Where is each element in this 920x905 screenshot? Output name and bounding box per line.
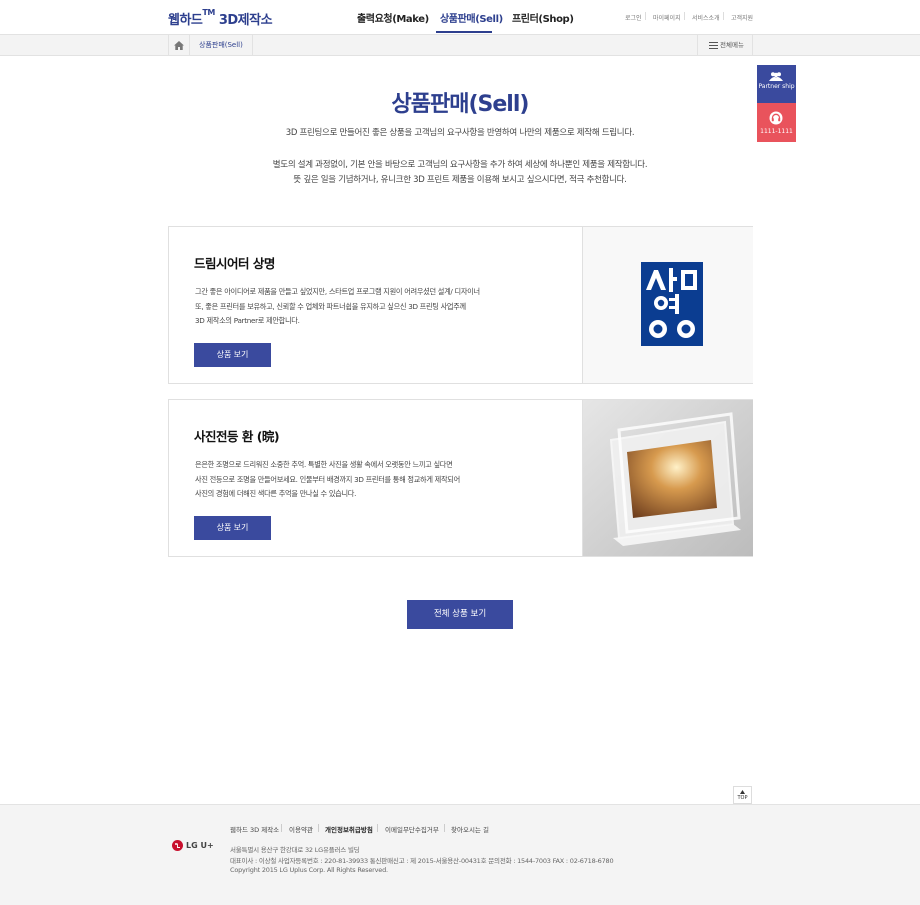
- util-service[interactable]: 서비스소개: [692, 13, 720, 22]
- util-divider: [723, 12, 724, 20]
- product-image[interactable]: [582, 227, 753, 383]
- product-description: 그간 좋은 아이디어로 제품을 만들고 싶었지만, 스타트업 프로그램 지원이 …: [195, 285, 480, 329]
- product-card: 드림시어터 상명 그간 좋은 아이디어로 제품을 만들고 싶었지만, 스타트업 …: [168, 226, 753, 384]
- intro-line-3: 뜻 깊은 일을 기념하거나, 유니크한 3D 프린트 제품을 이용해 보시고 싶…: [293, 175, 627, 185]
- page: 웹하드TM 3D제작소 출력요청(Make) 상품판매(Sell) 프린터(Sh…: [0, 0, 920, 905]
- footer-link-email-policy[interactable]: 이메일무단수집거부: [385, 824, 439, 834]
- product-desc-line: 그간 좋은 아이디어로 제품을 만들고 싶었지만, 스타트업 프로그램 지원이 …: [195, 287, 480, 296]
- location-bar: 상품판매(Sell) 전체메뉴: [0, 34, 920, 56]
- footer-divider: [377, 824, 378, 832]
- product-image[interactable]: [582, 400, 753, 556]
- view-all-products-button[interactable]: 전체 상품 보기: [407, 600, 513, 629]
- all-menu-button[interactable]: 전체메뉴: [697, 35, 753, 55]
- footer-link-directions[interactable]: 찾아오시는 길: [451, 824, 489, 834]
- logo-suffix: 3D제작소: [218, 13, 273, 28]
- footer-copyright: Copyright 2015 LG Uplus Corp. All Rights…: [230, 866, 388, 874]
- site-logo[interactable]: 웹하드TM 3D제작소: [168, 8, 273, 29]
- footer-link-home[interactable]: 웹하드 3D 제작소: [230, 824, 279, 834]
- util-divider: [645, 12, 646, 20]
- product-desc-line: 사진의 경험에 더해진 색다른 추억을 만나실 수 있습니다.: [195, 489, 357, 498]
- view-product-button[interactable]: 상품 보기: [194, 343, 271, 367]
- logo-text: 웹하드: [168, 13, 203, 28]
- product-desc-line: 은은한 조명으로 드리워진 소중한 추억. 특별한 사진을 생활 속에서 오랫동…: [195, 460, 453, 469]
- footer-divider: [444, 824, 445, 832]
- home-button[interactable]: [168, 35, 190, 55]
- sangmyung-logo-image: [641, 262, 703, 346]
- lg-logo-icon: [172, 839, 183, 851]
- nav-sell[interactable]: 상품판매(Sell): [440, 10, 503, 25]
- footer-divider: [318, 824, 319, 832]
- all-menu-label: 전체메뉴: [720, 41, 744, 49]
- nav-active-indicator: [436, 31, 492, 33]
- footer-link-privacy[interactable]: 개인정보취급방침: [325, 824, 373, 834]
- product-title: 사진전등 환 (晥): [194, 429, 280, 444]
- menu-icon: [709, 42, 718, 43]
- logo-tm: TM: [202, 8, 215, 17]
- product-description: 은은한 조명으로 드리워진 소중한 추억. 특별한 사진을 생활 속에서 오랫동…: [195, 458, 460, 502]
- util-mypage[interactable]: 마이페이지: [653, 13, 681, 22]
- header: 웹하드TM 3D제작소 출력요청(Make) 상품판매(Sell) 프린터(Sh…: [0, 0, 920, 34]
- lg-uplus-text: LG U+: [186, 840, 214, 850]
- product-title: 드림시어터 상명: [194, 256, 275, 271]
- product-desc-line: 사진 전등으로 조명을 만들어보세요. 인물부터 배경까지 3D 프린터를 통해…: [195, 474, 460, 484]
- nav-make[interactable]: 출력요청(Make): [357, 10, 429, 25]
- footer-link-terms[interactable]: 이용약관: [289, 824, 313, 834]
- product-desc-line: 3D 제작소의 Partner로 제안합니다.: [195, 316, 300, 325]
- product-card: 사진전등 환 (晥) 은은한 조명으로 드리워진 소중한 추억. 특별한 사진을…: [168, 399, 753, 557]
- top-label: TOP: [737, 795, 748, 801]
- lg-uplus-logo: LG U+: [172, 839, 214, 851]
- footer-company-info: 대표이사 : 이상철 사업자등록번호 : 220-81-39933 통신판매신고…: [230, 857, 614, 865]
- footer-divider: [281, 824, 282, 832]
- scroll-top-button[interactable]: TOP: [733, 786, 752, 804]
- page-title: 상품판매(Sell): [391, 92, 530, 117]
- intro-line-1: 3D 프린팅으로 만들어진 좋은 상품을 고객님의 요구사항을 반영하여 나만의…: [285, 128, 635, 138]
- intro-line-2: 별도의 설계 과정없이, 기본 안을 바탕으로 고객님의 요구사항을 추가 하여…: [272, 160, 648, 170]
- home-icon: [174, 40, 184, 50]
- people-icon: [769, 72, 783, 81]
- photo-lamp-image: [583, 400, 753, 556]
- product-desc-line: 또, 좋은 프린터를 보유하고, 신뢰할 수 업체와 파트너쉽을 유지하고 싶으…: [195, 301, 466, 311]
- util-divider: [684, 12, 685, 20]
- view-product-button[interactable]: 상품 보기: [194, 516, 271, 540]
- breadcrumb-current[interactable]: 상품판매(Sell): [190, 35, 253, 55]
- util-login[interactable]: 로그인: [625, 13, 642, 22]
- footer: LG U+ 웹하드 3D 제작소 이용약관 개인정보취급방침 이메일무단수집거부…: [0, 804, 920, 905]
- arrow-up-icon: [740, 790, 745, 794]
- util-support[interactable]: 고객지원: [731, 13, 753, 22]
- footer-address: 서울특별시 용산구 한강대로 32 LG유플러스 빌딩: [230, 846, 360, 854]
- nav-shop[interactable]: 프린터(Shop): [512, 10, 574, 25]
